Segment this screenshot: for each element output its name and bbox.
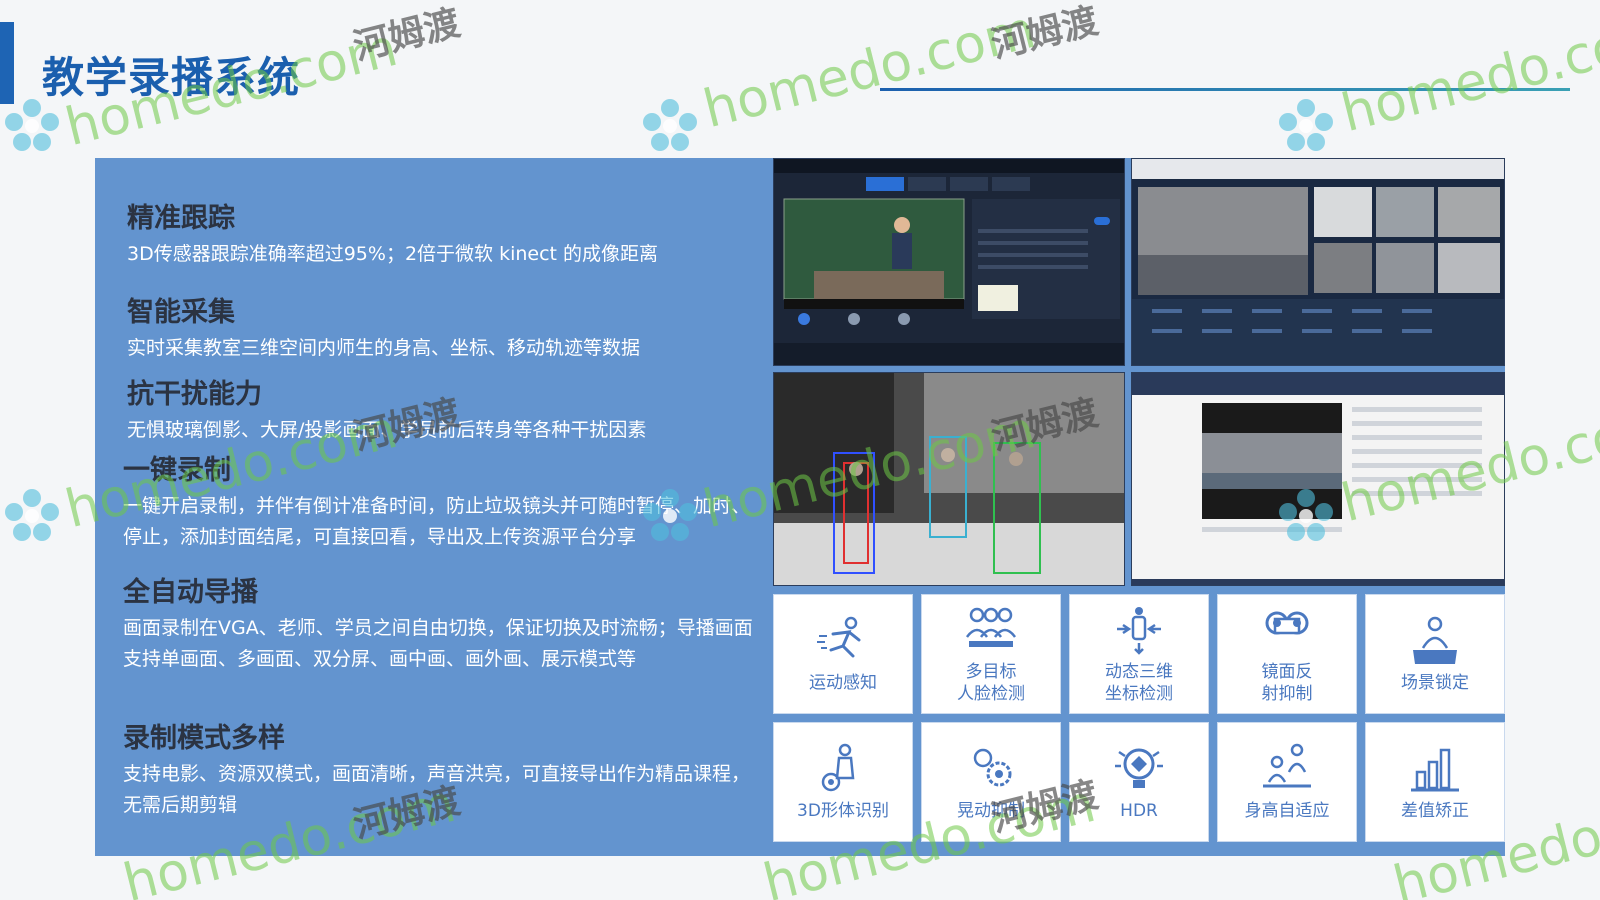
tile-3d-coordinate: 动态三维 坐标检测: [1069, 594, 1209, 714]
tile-label: 动态三维 坐标检测: [1105, 662, 1173, 704]
feature-item: 抗干扰能力 无惧玻璃倒影、大屏/投影画面、学员前后转身等各种干扰因素: [127, 372, 747, 446]
tile-difference-correction: 差值矫正: [1365, 722, 1505, 842]
feature-title: 录制模式多样: [123, 723, 285, 754]
feature-title: 智能采集: [127, 297, 235, 328]
director-console-illustration: [1132, 159, 1504, 365]
watermark-flower-icon: [1279, 99, 1333, 151]
screenshot-grid: [773, 158, 1505, 588]
feature-list: 精准跟踪 3D传感器跟踪准确率超过95%；2倍于微软 kinect 的成像距离 …: [95, 158, 765, 856]
tile-label: 场景锁定: [1401, 673, 1469, 693]
screenshot-web-platform: [1131, 372, 1505, 586]
coordinate-icon: [1117, 607, 1161, 655]
feature-desc: 支持电影、资源双模式，画面清晰，声音洪亮，可直接导出作为精品课程，无需后期剪辑: [123, 763, 751, 816]
watermark-text: homedo.com: [1335, 3, 1600, 145]
watermark-text: homedo.com: [697, 0, 1042, 141]
feature-desc: 画面录制在VGA、老师、学员之间自由切换，保证切换及时流畅；导播画面支持单画面、…: [123, 617, 753, 670]
feature-desc: 3D传感器跟踪准确率超过95%；2倍于微软 kinect 的成像距离: [127, 243, 659, 265]
tracking-illustration: [774, 373, 1124, 585]
title-accent-bar: [0, 22, 14, 104]
feature-tiles: 运动感知 多目标 人脸检测 动态三维 坐标检测 镜面反 射抑制 场景锁定 3D形…: [773, 594, 1505, 856]
tile-motion-sensing: 运动感知: [773, 594, 913, 714]
recording-app-illustration: [774, 159, 1124, 365]
tile-scene-lock: 场景锁定: [1365, 594, 1505, 714]
tile-label: 镜面反 射抑制: [1261, 662, 1313, 704]
tile-label: HDR: [1120, 801, 1158, 821]
height-icon: [1263, 743, 1311, 788]
bar-chart-icon: [1411, 748, 1459, 792]
tile-label: 运动感知: [809, 673, 877, 693]
mirror-icon: [1265, 611, 1309, 635]
feature-title: 全自动导播: [123, 577, 258, 608]
page-title: 教学录播系统: [42, 53, 301, 102]
tile-label: 3D形体识别: [797, 801, 889, 821]
tile-3d-body: 3D形体识别: [773, 722, 913, 842]
feature-desc: 无惧玻璃倒影、大屏/投影画面、学员前后转身等各种干扰因素: [127, 419, 647, 441]
tile-label: 身高自适应: [1244, 801, 1330, 821]
tile-label: 差值矫正: [1401, 801, 1469, 821]
watermark-flower-icon: [5, 489, 59, 541]
tile-hdr: HDR: [1069, 722, 1209, 842]
feature-desc: 一键开启录制，并伴有倒计准备时间，防止垃圾镜头并可随时暂停、加时、停止，添加封面…: [123, 495, 751, 548]
feature-title: 抗干扰能力: [127, 379, 262, 410]
tile-mirror-suppression: 镜面反 射抑制: [1217, 594, 1357, 714]
screenshot-3d-tracking: [773, 372, 1125, 586]
watermark-cn: 河姆渡: [987, 0, 1103, 67]
watermark-flower-icon: [5, 99, 59, 151]
feature-item: 精准跟踪 3D传感器跟踪准确率超过95%；2倍于微软 kinect 的成像距离: [127, 196, 747, 270]
title-divider: [880, 88, 1570, 91]
body-icon: [821, 743, 855, 792]
tile-height-adaptive: 身高自适应: [1217, 722, 1357, 842]
feature-desc: 实时采集教室三维空间内师生的身高、坐标、移动轨迹等数据: [127, 337, 641, 359]
feature-item: 全自动导播 画面录制在VGA、老师、学员之间自由切换，保证切换及时流畅；导播画面…: [123, 570, 753, 675]
feature-item: 一键录制 一键开启录制，并伴有倒计准备时间，防止垃圾镜头并可随时暂停、加时、停止…: [123, 448, 753, 553]
tile-label: 多目标 人脸检测: [957, 662, 1025, 704]
screenshot-recording-app: [773, 158, 1125, 366]
feature-title: 精准跟踪: [127, 203, 235, 234]
podium-icon: [1413, 616, 1457, 664]
screenshot-director-console: [1131, 158, 1505, 366]
hdr-icon: [1115, 748, 1163, 788]
tile-shake-suppression: 晃动抑制: [921, 722, 1061, 842]
tile-multi-face: 多目标 人脸检测: [921, 594, 1061, 714]
gear-icon: [973, 748, 1012, 787]
feature-item: 录制模式多样 支持电影、资源双模式，画面清晰，声音洪亮，可直接导出作为精品课程，…: [123, 716, 753, 821]
watermark-flower-icon: [643, 99, 697, 151]
feature-title: 一键录制: [123, 455, 231, 486]
multi-face-icon: [965, 607, 1017, 647]
tile-label: 晃动抑制: [957, 801, 1025, 821]
running-person-icon: [817, 616, 861, 658]
web-platform-illustration: [1132, 373, 1504, 585]
watermark-cn: 河姆渡: [349, 2, 465, 69]
feature-item: 智能采集 实时采集教室三维空间内师生的身高、坐标、移动轨迹等数据: [127, 290, 747, 364]
